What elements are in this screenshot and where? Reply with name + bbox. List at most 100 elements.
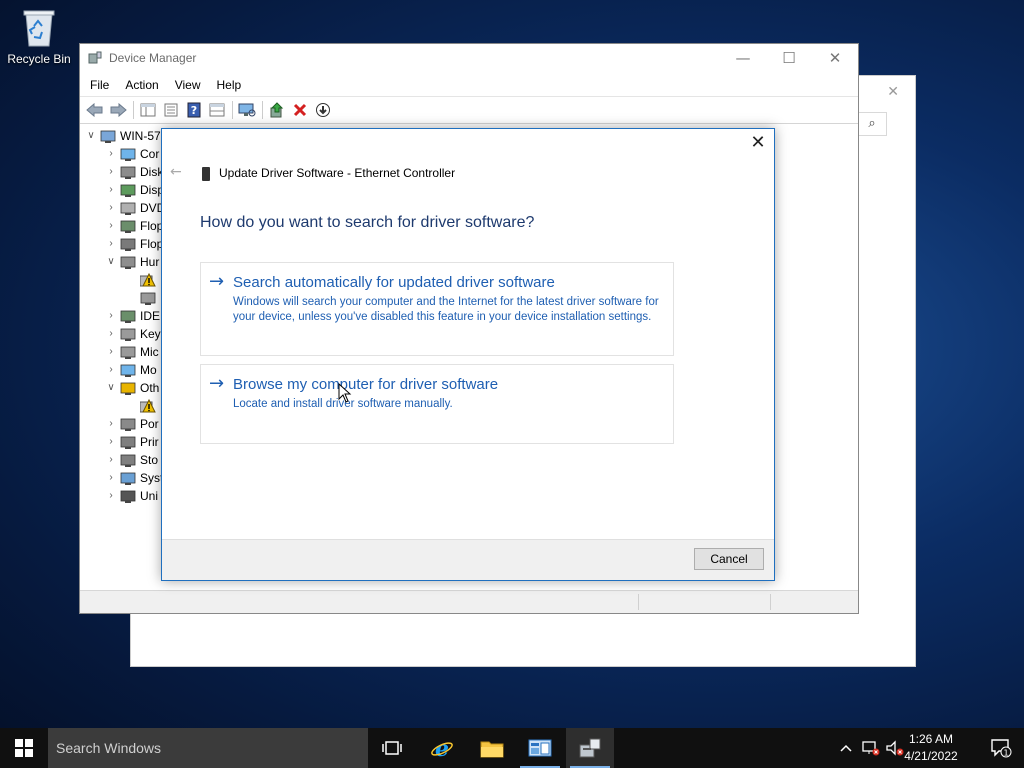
taskbar-clock[interactable]: 1:26 AM 4/21/2022 bbox=[896, 731, 966, 765]
view-icon[interactable] bbox=[206, 99, 228, 121]
status-bar-divider bbox=[770, 594, 771, 610]
update-driver-icon[interactable] bbox=[266, 99, 288, 121]
option-title: Search automatically for updated driver … bbox=[233, 274, 555, 291]
toolbar-separator bbox=[232, 101, 233, 119]
floppy-controller-icon bbox=[120, 219, 136, 233]
svg-text:e: e bbox=[435, 736, 449, 760]
menu-help[interactable]: Help bbox=[209, 78, 250, 92]
uninstall-icon[interactable] bbox=[289, 99, 311, 121]
menu-bar: File Action View Help bbox=[80, 74, 858, 97]
dialog-header: Update Driver Software - Ethernet Contro… bbox=[219, 166, 456, 180]
menu-view[interactable]: View bbox=[167, 78, 209, 92]
toolbar: ? bbox=[80, 97, 858, 124]
maximize-button[interactable]: ☐ bbox=[766, 44, 812, 74]
search-icon[interactable]: ⌕ bbox=[857, 112, 887, 136]
warning-device-icon bbox=[139, 272, 156, 287]
device-manager-titlebar[interactable]: Device Manager — ☐ ✕ bbox=[80, 44, 858, 74]
forward-icon[interactable] bbox=[107, 99, 129, 121]
chevron-right-icon[interactable]: › bbox=[106, 181, 116, 199]
internet-explorer-icon[interactable]: e bbox=[418, 728, 466, 768]
chevron-right-icon[interactable]: › bbox=[106, 325, 116, 343]
tree-item-label: Por bbox=[140, 417, 159, 431]
chevron-down-icon[interactable]: ∨ bbox=[106, 379, 116, 397]
close-button[interactable]: ✕ bbox=[812, 44, 858, 74]
menu-action[interactable]: Action bbox=[117, 78, 166, 92]
minimize-button[interactable]: — bbox=[720, 44, 766, 74]
recycle-bin-shortcut[interactable]: Recycle Bin bbox=[4, 8, 74, 66]
arrow-right-icon: → bbox=[209, 271, 225, 292]
storage-icon bbox=[120, 453, 136, 467]
recycle-bin-icon bbox=[20, 8, 58, 48]
tree-item-label: Mic bbox=[140, 345, 159, 359]
keyboard-icon bbox=[120, 327, 136, 341]
task-view-icon[interactable] bbox=[368, 728, 416, 768]
printer-icon bbox=[120, 435, 136, 449]
tree-item-label: Uni bbox=[140, 489, 159, 503]
tree-item-label: Sto bbox=[140, 453, 159, 467]
update-driver-dialog[interactable]: ✕ ← Update Driver Software - Ethernet Co… bbox=[161, 128, 775, 581]
chevron-right-icon[interactable]: › bbox=[106, 199, 116, 217]
toolbar-separator bbox=[133, 101, 134, 119]
hid-device-icon bbox=[140, 291, 156, 305]
tree-item-label: WIN-57 bbox=[120, 129, 161, 143]
back-arrow-icon[interactable]: ← bbox=[170, 164, 182, 180]
chevron-right-icon[interactable]: › bbox=[106, 469, 116, 487]
tree-item-label: Mo bbox=[140, 363, 157, 377]
cancel-button[interactable]: Cancel bbox=[694, 548, 764, 570]
taskbar: Search Windows e 1:26 AM 4/21/2022 1 bbox=[0, 728, 1024, 768]
dvd-drive-icon bbox=[120, 201, 136, 215]
dialog-footer: Cancel bbox=[162, 539, 774, 580]
device-manager-taskbar-icon[interactable] bbox=[566, 728, 614, 768]
server-manager-icon[interactable] bbox=[516, 728, 564, 768]
monitor-icon bbox=[120, 147, 136, 161]
chevron-right-icon[interactable]: › bbox=[106, 307, 116, 325]
chevron-right-icon[interactable]: › bbox=[106, 361, 116, 379]
chevron-right-icon[interactable]: › bbox=[106, 415, 116, 433]
chevron-right-icon[interactable]: › bbox=[106, 487, 116, 505]
tree-item-label: Oth bbox=[140, 381, 160, 395]
chevron-right-icon[interactable]: › bbox=[106, 343, 116, 361]
file-explorer-icon[interactable] bbox=[468, 728, 516, 768]
disk-drive-icon bbox=[120, 165, 136, 179]
start-button[interactable] bbox=[0, 728, 48, 768]
hid-icon bbox=[120, 255, 136, 269]
scan-hardware-icon[interactable] bbox=[236, 99, 258, 121]
chevron-right-icon[interactable]: › bbox=[106, 217, 116, 235]
tree-item-label: Flop bbox=[140, 237, 164, 251]
tree-item-label: Flop bbox=[140, 219, 164, 233]
browse-my-computer-option[interactable]: → Browse my computer for driver software… bbox=[200, 364, 674, 444]
disable-icon[interactable] bbox=[312, 99, 334, 121]
menu-file[interactable]: File bbox=[82, 78, 117, 92]
back-icon[interactable] bbox=[84, 99, 106, 121]
chevron-right-icon[interactable]: › bbox=[106, 433, 116, 451]
mouse-icon bbox=[120, 345, 136, 359]
warning-device-icon bbox=[139, 398, 156, 413]
dialog-question: How do you want to search for driver sof… bbox=[200, 214, 535, 231]
tree-item-label: Syst bbox=[140, 471, 164, 485]
chevron-down-icon[interactable]: ∨ bbox=[86, 127, 96, 145]
chevron-right-icon[interactable]: › bbox=[106, 145, 116, 163]
show-hidden-icons-icon[interactable] bbox=[836, 728, 856, 768]
show-hide-console-tree-icon[interactable] bbox=[137, 99, 159, 121]
dialog-close-button[interactable]: ✕ bbox=[748, 133, 768, 153]
properties-icon[interactable] bbox=[160, 99, 182, 121]
help-icon[interactable]: ? bbox=[183, 99, 205, 121]
chevron-right-icon[interactable]: › bbox=[106, 451, 116, 469]
network-disconnected-icon[interactable] bbox=[860, 728, 882, 768]
notification-count: 1 bbox=[1003, 749, 1008, 758]
ethernet-controller-icon bbox=[202, 167, 210, 181]
monitor-icon bbox=[120, 363, 136, 377]
device-manager-title: Device Manager bbox=[109, 51, 197, 65]
background-window-close-icon[interactable]: ✕ bbox=[887, 84, 899, 100]
arrow-right-icon: → bbox=[209, 373, 225, 394]
tree-item-label: Prir bbox=[140, 435, 159, 449]
usb-icon bbox=[120, 489, 136, 503]
chevron-right-icon[interactable]: › bbox=[106, 163, 116, 181]
chevron-down-icon[interactable]: ∨ bbox=[106, 253, 116, 271]
search-automatically-option[interactable]: → Search automatically for updated drive… bbox=[200, 262, 674, 356]
chevron-right-icon[interactable]: › bbox=[106, 235, 116, 253]
action-center-icon[interactable]: 1 bbox=[990, 738, 1012, 758]
clock-time: 1:26 AM bbox=[908, 732, 954, 746]
tree-item-label: Key bbox=[140, 327, 161, 341]
taskbar-search-box[interactable]: Search Windows bbox=[48, 728, 368, 768]
